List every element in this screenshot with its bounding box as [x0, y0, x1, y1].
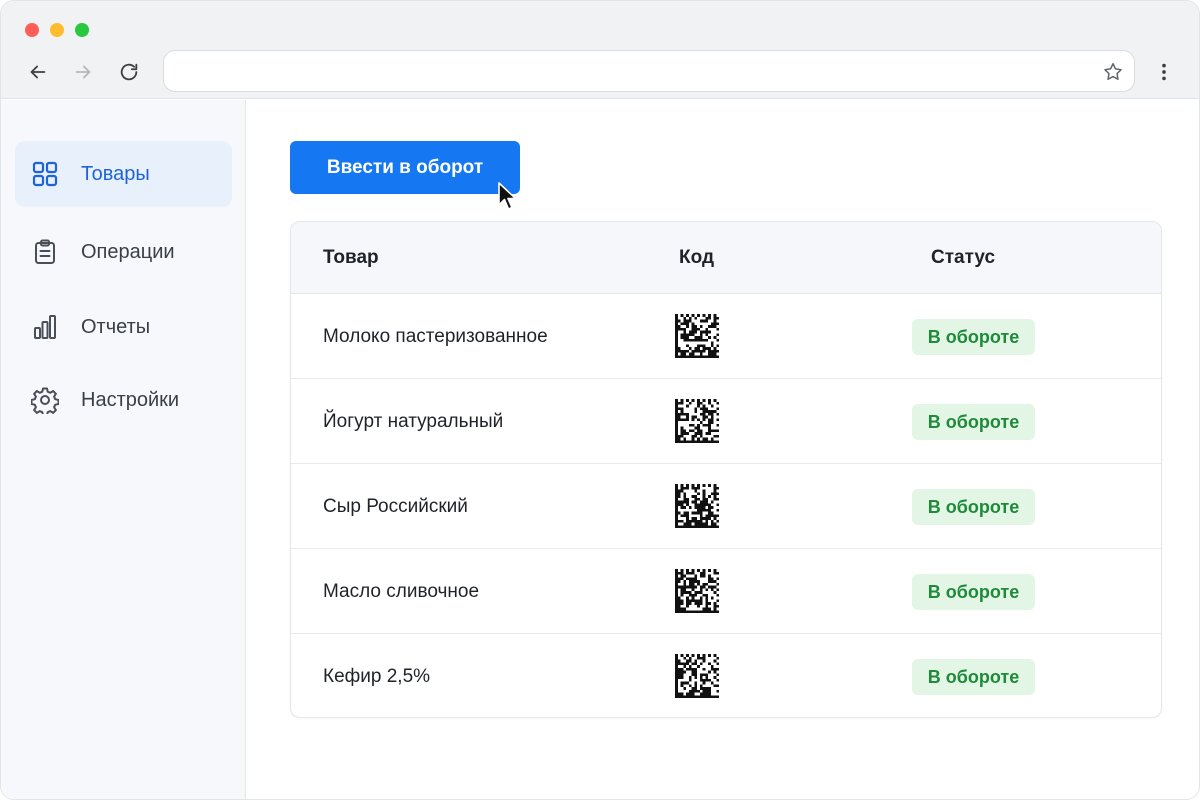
back-icon[interactable]: [25, 59, 51, 85]
sidebar-item-label: Отчеты: [81, 315, 151, 338]
table-row[interactable]: Масло сливочное В обороте: [291, 549, 1161, 634]
sidebar-item-label: Настройки: [81, 388, 180, 411]
sidebar-item-otchety[interactable]: Отчеты: [15, 294, 232, 360]
gear-icon: [31, 386, 59, 414]
sidebar-item-label: Товары: [81, 162, 150, 185]
kebab-menu-icon[interactable]: [1151, 59, 1177, 85]
column-header-code: Код: [679, 247, 715, 268]
window-controls: [25, 23, 89, 37]
bar-chart-icon: [31, 313, 59, 341]
sidebar-item-tovary[interactable]: Товары: [15, 141, 232, 207]
maximize-window-button[interactable]: [75, 23, 89, 37]
sidebar-item-operacii[interactable]: Операции: [15, 219, 232, 285]
table-row[interactable]: Сыр Российский В обороте: [291, 464, 1161, 549]
sidebar: Товары Операции Отчеты Настройки: [1, 100, 246, 799]
table-row[interactable]: Йогурт натуральный В обороте: [291, 379, 1161, 464]
status-badge: В обороте: [912, 574, 1035, 610]
sidebar-item-nastroiki[interactable]: Настройки: [15, 367, 232, 433]
column-header-product: Товар: [323, 247, 379, 268]
put-into-circulation-button[interactable]: Ввести в оборот: [290, 141, 520, 194]
star-icon[interactable]: [1102, 61, 1124, 83]
table-row[interactable]: Молоко пастеризованное В обороте: [291, 294, 1161, 379]
browser-toolbar: [1, 1, 1199, 99]
forward-icon[interactable]: [70, 59, 96, 85]
status-badge: В обороте: [912, 404, 1035, 440]
product-name: Кефир 2,5%: [323, 666, 431, 687]
clipboard-icon: [31, 238, 59, 266]
grid-icon: [31, 160, 59, 188]
browser-window: Товары Операции Отчеты Настройки Ввести …: [0, 0, 1200, 800]
status-badge: В обороте: [912, 659, 1035, 695]
products-table: Товар Код Статус Молоко пастеризованное …: [290, 221, 1162, 718]
datamatrix-code: [675, 314, 719, 358]
status-badge: В обороте: [912, 319, 1035, 355]
address-bar[interactable]: [163, 50, 1135, 92]
datamatrix-code: [675, 654, 719, 698]
product-name: Сыр Российский: [323, 496, 468, 517]
reload-icon[interactable]: [116, 59, 142, 85]
product-name: Йогурт натуральный: [323, 411, 504, 432]
datamatrix-code: [675, 484, 719, 528]
table-row[interactable]: Кефир 2,5% В обороте: [291, 634, 1161, 717]
address-input[interactable]: [178, 51, 1078, 91]
minimize-window-button[interactable]: [50, 23, 64, 37]
mouse-cursor-icon: [498, 182, 517, 210]
table-header: Товар Код Статус: [291, 222, 1161, 294]
column-header-status: Статус: [931, 247, 996, 268]
status-badge: В обороте: [912, 489, 1035, 525]
product-name: Масло сливочное: [323, 581, 480, 602]
close-window-button[interactable]: [25, 23, 39, 37]
sidebar-item-label: Операции: [81, 240, 175, 263]
datamatrix-code: [675, 399, 719, 443]
datamatrix-code: [675, 569, 719, 613]
product-name: Молоко пастеризованное: [323, 326, 548, 347]
